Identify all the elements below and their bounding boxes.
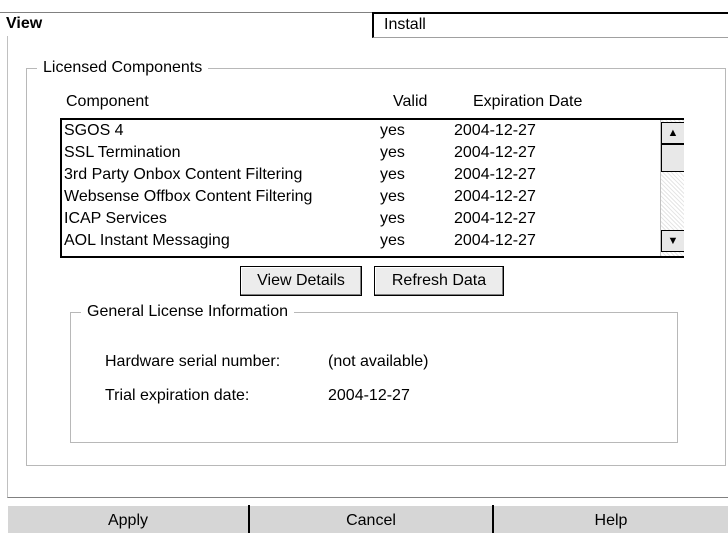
list-item[interactable]: SGOS 4 yes 2004-12-27	[62, 122, 658, 142]
component-name: AOL Instant Messaging	[64, 232, 230, 249]
view-details-button[interactable]: View Details	[240, 266, 362, 296]
action-bar: Apply Cancel Help	[0, 505, 728, 533]
component-expiration: 2004-12-27	[454, 144, 536, 161]
component-expiration: 2004-12-27	[454, 210, 536, 227]
column-header-valid[interactable]: Valid	[393, 93, 427, 111]
component-valid: yes	[380, 188, 405, 205]
general-license-info-legend: General License Information	[87, 303, 288, 320]
component-expiration: 2004-12-27	[454, 122, 536, 139]
help-button[interactable]: Help	[494, 505, 728, 533]
trial-expiration-value: 2004-12-27	[328, 387, 410, 404]
scroll-down-button[interactable]: ▼	[661, 230, 684, 252]
list-scrollbar[interactable]: ▲ ▼	[660, 120, 684, 256]
component-name: SSL Termination	[64, 144, 181, 161]
list-item[interactable]: AOL Instant Messaging yes 2004-12-27	[62, 232, 658, 252]
scroll-thumb[interactable]	[661, 144, 684, 172]
apply-button[interactable]: Apply	[8, 505, 248, 533]
component-valid: yes	[380, 166, 405, 183]
cancel-button[interactable]: Cancel	[250, 505, 492, 533]
component-name: Websense Offbox Content Filtering	[64, 188, 313, 205]
list-item[interactable]: 3rd Party Onbox Content Filtering yes 20…	[62, 166, 658, 186]
tab-bar: View Install	[0, 0, 728, 38]
arrow-up-icon: ▲	[667, 127, 679, 139]
serial-number-label: Hardware serial number:	[105, 353, 281, 370]
tab-install[interactable]: Install	[372, 12, 728, 38]
list-item[interactable]: ICAP Services yes 2004-12-27	[62, 210, 658, 230]
components-list[interactable]: SGOS 4 yes 2004-12-27 SSL Termination ye…	[60, 118, 684, 258]
list-item[interactable]: SSL Termination yes 2004-12-27	[62, 144, 658, 164]
trial-expiration-label: Trial expiration date:	[105, 387, 250, 404]
component-name: SGOS 4	[64, 122, 124, 139]
component-valid: yes	[380, 210, 405, 227]
serial-number-value: (not available)	[328, 353, 429, 370]
tab-view[interactable]: View	[0, 12, 372, 36]
scroll-up-button[interactable]: ▲	[661, 122, 684, 144]
component-valid: yes	[380, 122, 405, 139]
arrow-down-icon: ▼	[667, 235, 679, 247]
licensed-components-legend: Licensed Components	[43, 59, 203, 76]
column-header-component[interactable]: Component	[66, 93, 149, 111]
component-expiration: 2004-12-27	[454, 232, 536, 249]
component-name: 3rd Party Onbox Content Filtering	[64, 166, 303, 183]
component-expiration: 2004-12-27	[454, 166, 536, 183]
component-valid: yes	[380, 232, 405, 249]
list-item[interactable]: Websense Offbox Content Filtering yes 20…	[62, 188, 658, 208]
component-expiration: 2004-12-27	[454, 188, 536, 205]
component-valid: yes	[380, 144, 405, 161]
general-license-info-group: General License Information	[70, 303, 678, 443]
refresh-data-button[interactable]: Refresh Data	[374, 266, 504, 296]
component-name: ICAP Services	[64, 210, 167, 227]
column-header-expiration[interactable]: Expiration Date	[473, 93, 582, 111]
